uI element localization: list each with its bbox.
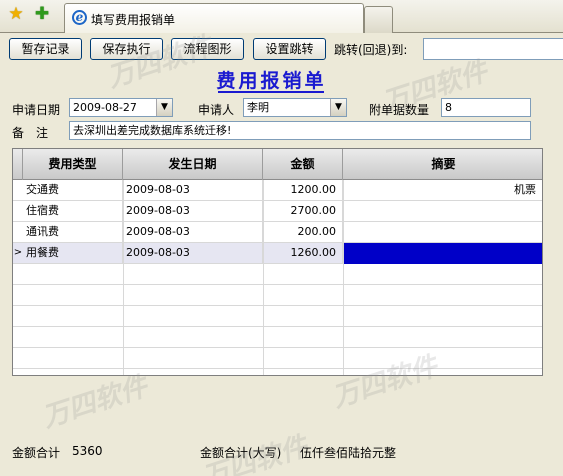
expense-grid: 费用类型 发生日期 金额 摘要 交通费 2009-08-03 1200.00 机… xyxy=(12,148,543,376)
applicant-field[interactable]: 李明 ▼ xyxy=(243,98,347,117)
column-header-type[interactable]: 费用类型 xyxy=(23,149,123,180)
empty-row[interactable] xyxy=(13,348,542,369)
empty-row[interactable] xyxy=(13,285,542,306)
grid-line xyxy=(263,180,264,375)
add-favorite-icon[interactable]: ✚ xyxy=(33,5,51,23)
cell-type[interactable]: 交通费 xyxy=(23,180,123,201)
cell-date[interactable]: 2009-08-03 xyxy=(123,201,263,222)
grid-header-corner xyxy=(13,149,23,180)
column-header-memo[interactable]: 摘要 xyxy=(343,149,542,180)
empty-row[interactable] xyxy=(13,327,542,348)
total-upper-label: 金额合计(大写) xyxy=(200,446,282,460)
ie-icon: e xyxy=(72,10,87,25)
cell-amount[interactable]: 1200.00 xyxy=(263,180,343,201)
column-header-date[interactable]: 发生日期 xyxy=(123,149,263,180)
cell-memo-active[interactable] xyxy=(343,243,542,264)
grid-line xyxy=(343,180,344,375)
cell-amount[interactable]: 2700.00 xyxy=(263,201,343,222)
jump-label: 跳转(回退)到: xyxy=(334,43,408,57)
attach-count-field[interactable]: 8 xyxy=(441,98,531,117)
set-jump-button[interactable]: 设置跳转 xyxy=(253,38,326,60)
applicant-label: 申请人 xyxy=(198,103,235,117)
remark-field[interactable]: 去深圳出差完成数据库系统迁移! xyxy=(69,121,531,140)
flowchart-button[interactable]: 流程图形 xyxy=(171,38,244,60)
cell-date[interactable]: 2009-08-03 xyxy=(123,180,263,201)
grid-header: 费用类型 发生日期 金额 摘要 xyxy=(13,149,542,180)
remark-label: 备 注 xyxy=(12,126,49,140)
total-value: 5360 xyxy=(72,444,103,458)
chevron-down-icon[interactable]: ▼ xyxy=(330,99,346,116)
cell-type[interactable]: 用餐费 xyxy=(23,243,123,264)
title-underline xyxy=(218,91,324,93)
grid-line xyxy=(123,180,124,375)
new-tab-button[interactable] xyxy=(364,6,393,33)
tab-strip: ★ ✚ e 填写费用报销单 xyxy=(0,0,563,33)
cell-amount[interactable]: 200.00 xyxy=(263,222,343,243)
tab-current[interactable]: e 填写费用报销单 xyxy=(64,3,364,33)
empty-row[interactable] xyxy=(13,264,542,285)
apply-date-value: 2009-08-27 xyxy=(73,101,137,114)
save-execute-button[interactable]: 保存执行 xyxy=(90,38,163,60)
star-icon[interactable]: ★ xyxy=(7,5,25,23)
apply-date-label: 申请日期 xyxy=(12,103,61,117)
applicant-value: 李明 xyxy=(247,101,269,114)
cell-date[interactable]: 2009-08-03 xyxy=(123,243,263,264)
row-indicator-current: > xyxy=(13,247,23,258)
empty-row[interactable] xyxy=(13,306,542,327)
cell-memo[interactable] xyxy=(343,201,542,222)
table-row[interactable]: 住宿费 2009-08-03 2700.00 xyxy=(13,201,542,222)
total-label: 金额合计 xyxy=(12,446,61,460)
cell-type[interactable]: 住宿费 xyxy=(23,201,123,222)
tab-title: 填写费用报销单 xyxy=(91,13,176,27)
cell-type[interactable]: 通讯费 xyxy=(23,222,123,243)
form-title: 费用报销单 xyxy=(216,70,327,92)
draft-save-button[interactable]: 暂存记录 xyxy=(9,38,82,60)
table-row[interactable]: 通讯费 2009-08-03 200.00 xyxy=(13,222,542,243)
row-indicator xyxy=(13,180,23,201)
cell-memo[interactable] xyxy=(343,222,542,243)
attach-count-label: 附单据数量 xyxy=(369,103,430,117)
table-row-current[interactable]: > 用餐费 2009-08-03 1260.00 xyxy=(13,243,542,264)
cell-memo[interactable]: 机票 xyxy=(343,180,542,201)
chevron-down-icon[interactable]: ▼ xyxy=(156,99,172,116)
total-upper-value: 伍仟叁佰陆拾元整 xyxy=(300,446,397,460)
table-row[interactable]: 交通费 2009-08-03 1200.00 机票 xyxy=(13,180,542,201)
jump-target-input[interactable] xyxy=(423,38,563,60)
apply-date-field[interactable]: 2009-08-27 ▼ xyxy=(69,98,173,117)
column-header-amount[interactable]: 金额 xyxy=(263,149,343,180)
cell-amount[interactable]: 1260.00 xyxy=(263,243,343,264)
row-indicator xyxy=(13,222,23,243)
row-indicator xyxy=(13,201,23,222)
cell-date[interactable]: 2009-08-03 xyxy=(123,222,263,243)
